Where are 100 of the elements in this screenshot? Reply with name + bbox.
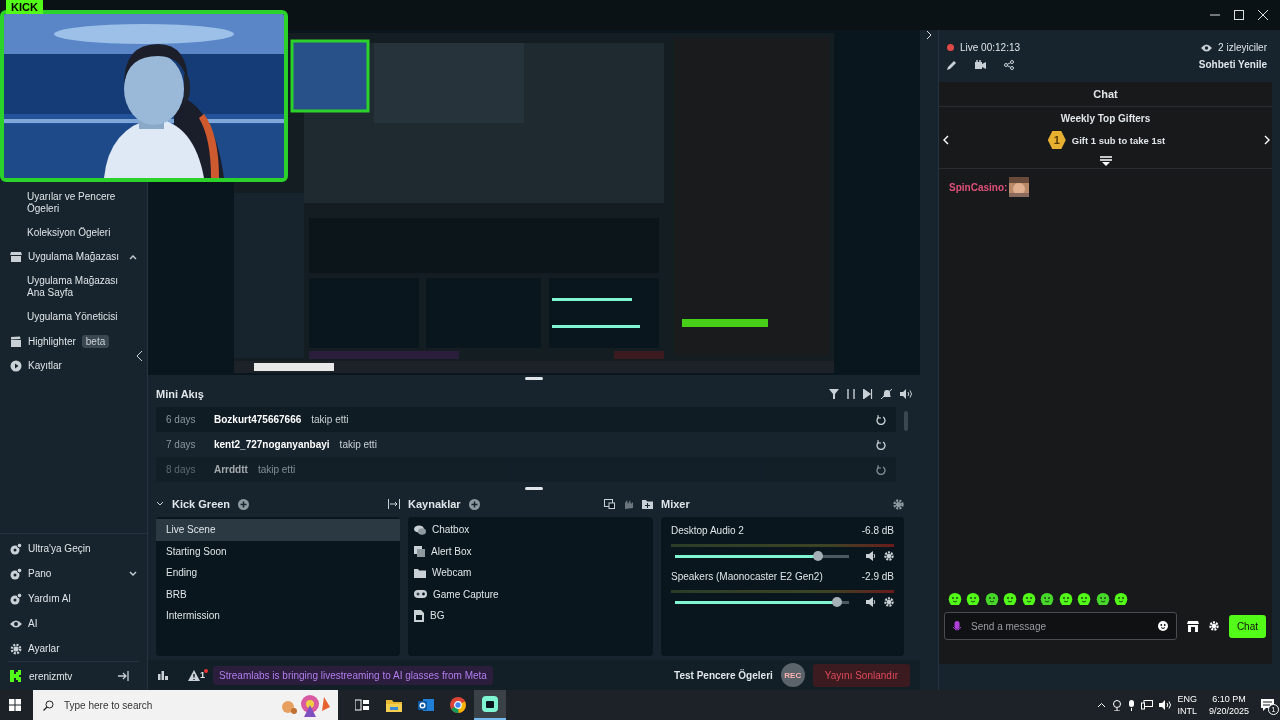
chevron-icon[interactable] [156, 501, 164, 507]
emote-icon[interactable] [1114, 592, 1129, 606]
slider-thumb[interactable] [812, 550, 823, 561]
test-widgets-link[interactable]: Test Pencere Ögeleri [674, 669, 773, 681]
network-icon[interactable] [1141, 700, 1154, 710]
add-icon[interactable] [468, 498, 480, 510]
speaker-icon[interactable] [866, 597, 876, 607]
record-button[interactable]: REC [780, 663, 805, 687]
stats-icon[interactable] [158, 670, 168, 680]
sidebar-item[interactable]: Highlighter [28, 335, 76, 348]
message-field[interactable]: Send a message [969, 619, 1150, 633]
maximize-icon[interactable] [1234, 10, 1244, 20]
source-item[interactable]: Game Capture [433, 588, 499, 600]
emote-icon[interactable] [966, 592, 981, 606]
scene-item[interactable]: Live Scene [156, 519, 400, 541]
settings-icon[interactable] [884, 551, 894, 561]
emote-icon[interactable] [1040, 592, 1055, 606]
chevron-right-icon[interactable] [1264, 135, 1270, 145]
taskbar-app-button[interactable] [474, 690, 506, 720]
emote-icon[interactable] [1077, 592, 1092, 606]
caret-icon[interactable] [129, 254, 138, 260]
event-action: takip etti [311, 414, 350, 425]
volume-slider[interactable] [675, 554, 849, 558]
screens-icon[interactable] [604, 499, 615, 509]
webcam-icon[interactable] [1112, 699, 1123, 711]
emote-icon[interactable] [984, 592, 999, 606]
scene-item[interactable]: BRB [156, 583, 400, 605]
message-box[interactable]: Send a message [944, 612, 1177, 640]
sidebar-item[interactable]: Uygulama Yöneticisi [27, 311, 118, 323]
emote-icon[interactable] [947, 592, 962, 606]
source-item[interactable]: Chatbox [432, 524, 470, 536]
scene-item[interactable]: Intermission [156, 605, 400, 627]
chat-username[interactable]: SpinCasino: [949, 181, 1008, 193]
sidebar-item[interactable]: Uygulama Mağazası Ana Sayfa [27, 275, 123, 299]
folder-add-icon[interactable] [642, 499, 653, 509]
account-name: erenizmtv [29, 670, 74, 682]
channel-reading: -2.9 dB [861, 571, 894, 582]
clapperboard-icon [10, 335, 22, 348]
taskbar-search-box[interactable]: Type here to search [33, 690, 338, 720]
pause-icon[interactable] [847, 389, 855, 399]
store-icon[interactable] [1186, 620, 1199, 632]
emote-icon[interactable] [1003, 592, 1018, 606]
sidebar-item[interactable]: Yardım Al [28, 592, 71, 605]
scene-item[interactable]: Starting Soon [156, 540, 400, 562]
replay-icon[interactable] [876, 464, 886, 475]
send-chat-button[interactable]: Chat [1228, 614, 1266, 638]
resize-handle[interactable] [525, 486, 543, 490]
replay-icon[interactable] [876, 414, 886, 425]
end-stream-button[interactable]: Yayını Sonlandır [812, 663, 910, 687]
replay-icon[interactable] [876, 439, 886, 450]
emoji-icon[interactable] [1157, 621, 1168, 631]
rank-badge: 1 [1047, 131, 1066, 149]
taskbar-search-field[interactable]: Type here to search [62, 698, 272, 712]
add-icon[interactable] [238, 498, 250, 510]
source-item[interactable]: Webcam [432, 567, 472, 579]
source-item[interactable]: BG [430, 610, 445, 622]
sidebar-item[interactable]: Koleksiyon Ögeleri [27, 227, 111, 239]
chevron-up-icon[interactable] [1097, 702, 1107, 708]
speaker-icon[interactable] [866, 551, 876, 561]
pencil-icon[interactable] [947, 59, 957, 70]
scene-item[interactable]: Ending [156, 562, 400, 584]
settings-icon[interactable] [884, 597, 894, 607]
language-code[interactable]: ENG [1177, 693, 1197, 705]
microphone-icon[interactable] [1128, 699, 1136, 711]
collapse-lines-icon[interactable] [1099, 156, 1112, 166]
volume-icon[interactable] [1159, 700, 1172, 710]
clock-date[interactable]: 9/20/2025 [1208, 705, 1249, 717]
clock-time[interactable]: 6:10 PM [1212, 693, 1246, 705]
caret-icon[interactable] [129, 570, 137, 577]
windows-start-icon[interactable] [9, 699, 21, 711]
source-item[interactable]: Alert Box [431, 545, 472, 557]
resize-handle[interactable] [525, 376, 543, 380]
warning-icon[interactable] [188, 669, 200, 681]
sidebar-item[interactable]: AI [28, 617, 38, 630]
logout-icon[interactable] [118, 671, 129, 681]
keyboard-layout[interactable]: INTL [1177, 705, 1197, 717]
news-banner[interactable]: Streamlabs is bringing livestreaming to AI glasses from Meta [213, 665, 493, 685]
volume-icon[interactable] [900, 389, 912, 399]
filter-icon[interactable] [829, 389, 839, 399]
live-timer: Live 00:12:13 [960, 42, 1021, 53]
scrollbar[interactable] [904, 411, 908, 431]
chevron-left-icon[interactable] [943, 135, 949, 145]
slider-thumb[interactable] [831, 596, 842, 607]
share-icon[interactable] [1004, 59, 1014, 70]
skip-icon[interactable] [863, 389, 873, 399]
sidebar-item[interactable]: Uygulama Mağazası [28, 251, 120, 263]
emote-icon[interactable] [1095, 592, 1110, 606]
sidebar-item[interactable]: Uyarılar ve Pencere Ögeleri [27, 191, 123, 215]
mute-alerts-icon[interactable] [881, 389, 892, 399]
emote-icon[interactable] [1021, 592, 1036, 606]
refresh-chat-link[interactable]: Sohbeti Yenile [1198, 59, 1267, 70]
sidebar-item[interactable]: Ultra'ya Geçin [28, 542, 91, 555]
video-camera-icon[interactable] [975, 60, 986, 69]
close-icon[interactable] [1258, 10, 1268, 20]
panel-title: Mini Akış [156, 388, 204, 400]
transition-icon[interactable] [388, 499, 400, 509]
sidebar-item[interactable]: Kayıtlar [28, 360, 62, 372]
sidebar-item[interactable]: Ayarlar [28, 642, 60, 655]
emote-icon[interactable] [1058, 592, 1073, 606]
sidebar-item[interactable]: Pano [28, 567, 52, 580]
